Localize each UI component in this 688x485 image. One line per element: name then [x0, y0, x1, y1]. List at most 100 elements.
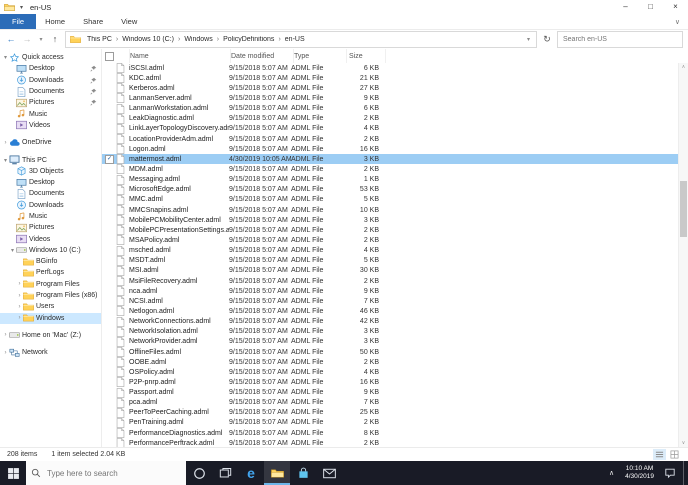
sidebar-item-windows[interactable]: › Windows	[0, 312, 101, 324]
file-row[interactable]: LeakDiagnostic.adml 9/15/2018 5:07 AM ADML…	[102, 113, 688, 124]
recent-locations-dropdown-icon[interactable]: ▾	[37, 37, 45, 43]
chevron-collapsed-icon[interactable]: ›	[2, 140, 9, 146]
file-row[interactable]: OSPolicy.adml 9/15/2018 5:07 AM ADML File 4…	[102, 367, 688, 378]
sidebar-item-program-files[interactable]: › Program Files	[0, 279, 101, 290]
sidebar-item-videos[interactable]: Videos	[0, 233, 101, 244]
show-desktop-button[interactable]	[683, 461, 688, 485]
sidebar-item-downloads[interactable]: Downloads	[0, 200, 101, 211]
file-row[interactable]: MsiFileRecovery.adml 9/15/2018 5:07 AM ADM…	[102, 276, 688, 286]
scroll-down-icon[interactable]: ∨	[679, 439, 688, 447]
tab-share[interactable]: Share	[74, 14, 112, 29]
file-row[interactable]: ✓ mattermost.adml 4/30/2019 10:05 AM ADML F…	[102, 154, 688, 165]
file-row[interactable]: OOBE.adml 9/15/2018 5:07 AM ADML File 2 KB	[102, 357, 688, 368]
file-row[interactable]: NetworkProvider.adml 9/15/2018 5:07 AM ADM…	[102, 336, 688, 347]
tab-view[interactable]: View	[112, 14, 146, 29]
file-row[interactable]: pca.adml 9/15/2018 5:07 AM ADML File 7 KB	[102, 397, 688, 408]
file-row[interactable]: MobilePCPresentationSettings.adml9/15/20…	[102, 225, 688, 236]
file-row[interactable]: PerformancePerftrack.adml 9/15/2018 5:07 …	[102, 438, 688, 447]
maximize-button[interactable]: □	[638, 0, 663, 14]
scrollbar-thumb[interactable]	[680, 181, 687, 237]
minimize-button[interactable]: –	[613, 0, 638, 14]
sidebar-item-music[interactable]: Music	[0, 211, 101, 222]
file-row[interactable]: MSAPolicy.adml 9/15/2018 5:07 AM ADML File…	[102, 235, 688, 246]
forward-button[interactable]: →	[21, 35, 33, 44]
sidebar-item-pictures[interactable]: Pictures	[0, 222, 101, 233]
breadcrumb-segment-windows-10-c[interactable]: Windows 10 (C:)	[119, 36, 177, 43]
file-row[interactable]: Passport.adml 9/15/2018 5:07 AM ADML File 9…	[102, 387, 688, 398]
sidebar-item-desktop[interactable]: Desktop	[0, 177, 101, 188]
vertical-scrollbar[interactable]: ∧ ∨	[678, 63, 688, 447]
file-row[interactable]: PenTraining.adml 9/15/2018 5:07 AM ADML Fi…	[102, 418, 688, 428]
sidebar-item-videos[interactable]: Videos	[0, 120, 101, 131]
address-dropdown-icon[interactable]: ▾	[524, 36, 533, 43]
file-row[interactable]: iSCSI.adml 9/15/2018 5:07 AM ADML File 6 KB	[102, 63, 688, 73]
tab-file[interactable]: File	[0, 14, 37, 29]
file-row[interactable]: MMC.adml 9/15/2018 5:07 AM ADML File 5 KB	[102, 194, 688, 205]
expand-ribbon-icon[interactable]: ∨	[675, 18, 680, 26]
cortana-button[interactable]	[186, 461, 212, 485]
column-header-size[interactable]: Size	[347, 49, 386, 63]
details-view-button[interactable]	[653, 449, 666, 460]
sidebar-item-windows-10-c[interactable]: ▾ Windows 10 (C:)	[0, 245, 101, 256]
tray-expand-icon[interactable]: ∧	[603, 469, 620, 477]
chevron-collapsed-icon[interactable]: ›	[16, 315, 23, 321]
sidebar-item-onedrive[interactable]: › OneDrive	[0, 137, 101, 148]
tab-home[interactable]: Home	[36, 14, 74, 29]
file-row[interactable]: MDM.adml 9/15/2018 5:07 AM ADML File 2 KB	[102, 164, 688, 175]
breadcrumb-segment-this-pc[interactable]: This PC	[84, 36, 115, 43]
taskbar-clock[interactable]: 10:10 AM 4/30/2019	[620, 465, 659, 481]
sidebar-item-desktop[interactable]: Desktop	[0, 63, 101, 74]
file-row[interactable]: msched.adml 9/15/2018 5:07 AM ADML File 4 K…	[102, 245, 688, 256]
item-checkbox-checked[interactable]: ✓	[105, 154, 114, 164]
column-header-type[interactable]: Type	[294, 49, 347, 63]
file-explorer-button[interactable]	[264, 461, 290, 485]
sidebar-item-home-on-mac-z[interactable]: › Home on 'Mac' (Z:)	[0, 330, 101, 341]
sidebar-item-documents[interactable]: Documents	[0, 86, 101, 97]
file-row[interactable]: Messaging.adml 9/15/2018 5:07 AM ADML File…	[102, 174, 688, 185]
breadcrumb-segment-windows[interactable]: Windows	[181, 36, 215, 43]
back-button[interactable]: ←	[5, 35, 17, 44]
file-row[interactable]: PeerToPeerCaching.adml 9/15/2018 5:07 AM A…	[102, 407, 688, 418]
select-all-checkbox[interactable]	[105, 51, 114, 61]
column-header-name[interactable]: Name	[130, 49, 231, 63]
file-row[interactable]: OfflineFiles.adml 9/15/2018 5:07 AM ADML F…	[102, 347, 688, 357]
sidebar-item-downloads[interactable]: Downloads	[0, 75, 101, 86]
up-button[interactable]: ↑	[49, 35, 61, 44]
breadcrumb-segment-en-us[interactable]: en-US	[282, 36, 308, 43]
scroll-up-icon[interactable]: ∧	[679, 63, 688, 71]
close-button[interactable]: ×	[663, 0, 688, 14]
column-header-date-modified[interactable]: Date modified	[231, 49, 294, 63]
refresh-icon[interactable]: ↻	[541, 35, 553, 44]
sidebar-item-program-files-x86[interactable]: › Program Files (x86)	[0, 290, 101, 301]
chevron-collapsed-icon[interactable]: ›	[16, 304, 23, 310]
store-button[interactable]	[290, 461, 316, 485]
file-row[interactable]: nca.adml 9/15/2018 5:07 AM ADML File 9 KB	[102, 286, 688, 297]
file-row[interactable]: LocationProviderAdm.adml 9/15/2018 5:07 A…	[102, 134, 688, 144]
explorer-search-input[interactable]	[561, 35, 679, 44]
chevron-collapsed-icon[interactable]: ›	[2, 350, 9, 356]
file-row[interactable]: Kerberos.adml 9/15/2018 5:07 AM ADML File 2…	[102, 83, 688, 94]
sidebar-item-music[interactable]: Music	[0, 108, 101, 119]
start-button[interactable]	[0, 461, 26, 485]
sidebar-item-perflogs[interactable]: PerfLogs	[0, 267, 101, 278]
file-row[interactable]: LanmanWorkstation.adml 9/15/2018 5:07 AM A…	[102, 103, 688, 114]
chevron-collapsed-icon[interactable]: ›	[16, 281, 23, 287]
chevron-expanded-icon[interactable]: ▾	[2, 157, 9, 164]
file-row[interactable]: MobilePCMobilityCenter.adml 9/15/2018 5:0…	[102, 215, 688, 226]
sidebar-item-bginfo[interactable]: BGinfo	[0, 256, 101, 267]
file-row[interactable]: LinkLayerTopologyDiscovery.adml 9/15/2018…	[102, 123, 688, 134]
file-row[interactable]: MicrosoftEdge.adml 9/15/2018 5:07 AM ADML …	[102, 184, 688, 195]
sidebar-item-users[interactable]: › Users	[0, 301, 101, 312]
file-row[interactable]: MMCSnapins.adml 9/15/2018 5:07 AM ADML Fil…	[102, 205, 688, 215]
task-view-button[interactable]	[212, 461, 238, 485]
quick-access-toolbar-arrow-icon[interactable]: ▾	[20, 4, 23, 11]
chevron-expanded-icon[interactable]: ▾	[2, 54, 9, 61]
file-row[interactable]: LanmanServer.adml 9/15/2018 5:07 AM ADML F…	[102, 93, 688, 104]
file-row[interactable]: Logon.adml 9/15/2018 5:07 AM ADML File 16 K…	[102, 144, 688, 155]
file-row[interactable]: PerformanceDiagnostics.adml 9/15/2018 5:0…	[102, 428, 688, 439]
file-row[interactable]: NetworkIsolation.adml 9/15/2018 5:07 AM AD…	[102, 326, 688, 337]
file-row[interactable]: KDC.adml 9/15/2018 5:07 AM ADML File 21 KB	[102, 73, 688, 84]
chevron-collapsed-icon[interactable]: ›	[16, 293, 23, 299]
mail-button[interactable]	[316, 461, 342, 485]
sidebar-item-3d-objects[interactable]: 3D Objects	[0, 166, 101, 177]
